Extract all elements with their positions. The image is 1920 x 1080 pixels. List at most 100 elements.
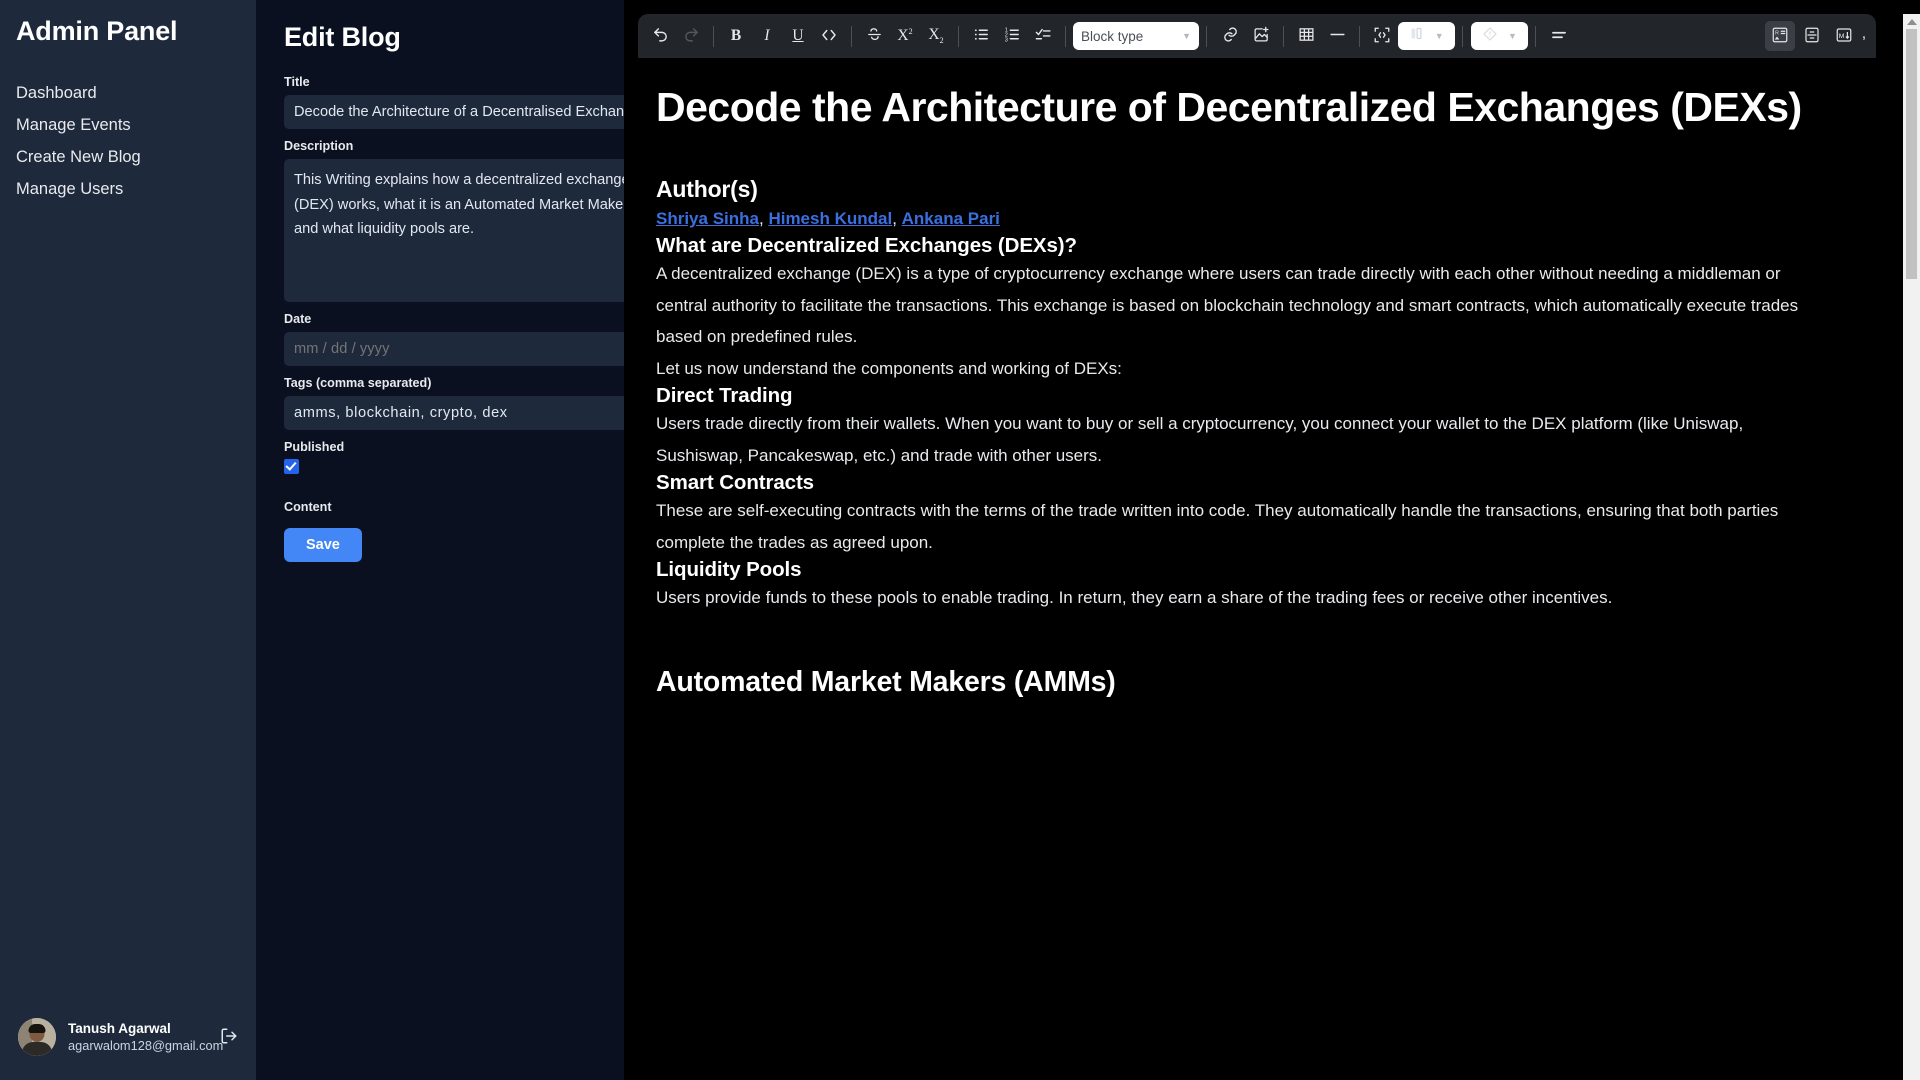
underline-icon: U	[792, 27, 804, 45]
description-label: Description	[284, 139, 354, 153]
svg-text:3: 3	[1004, 38, 1007, 43]
link-button[interactable]	[1215, 21, 1245, 51]
section-heading-amms: Automated Market Makers (AMMs)	[656, 665, 1116, 698]
superscript-button[interactable]: X2	[890, 21, 920, 51]
callout-dropdown[interactable]: ▼	[1471, 22, 1528, 50]
toolbar-view-modes: R M ,	[1764, 21, 1869, 51]
sidebar-item-dashboard[interactable]: Dashboard	[0, 77, 256, 109]
tags-input[interactable]	[284, 396, 624, 430]
section-heading-smart-contracts: Smart Contracts	[656, 471, 814, 495]
checklist-icon	[1035, 26, 1052, 46]
numbered-list-icon: 1 2 3	[1004, 26, 1021, 46]
published-checkbox[interactable]	[284, 459, 299, 474]
author-link-2[interactable]: Himesh Kundal	[768, 209, 892, 228]
user-email: agarwalom128@gmail.com	[68, 1038, 224, 1053]
bulleted-list-button[interactable]	[966, 21, 996, 51]
scrollbar-thumb[interactable]	[1906, 29, 1917, 279]
document-body[interactable]: Decode the Architecture of Decentralized…	[638, 58, 1876, 1080]
section-heading-direct-trading: Direct Trading	[656, 384, 793, 408]
editor-shell: B I U X2 X2 1 2 3 Block type ▼ ▼ ▼ R M ,…	[638, 14, 1876, 1080]
sidebar-item-manage-events[interactable]: Manage Events	[0, 109, 256, 141]
toolbar-separator	[851, 25, 852, 47]
save-button[interactable]: Save	[284, 528, 362, 562]
checklist-button[interactable]	[1028, 21, 1058, 51]
field-title: Title	[284, 75, 624, 129]
field-published: Published	[284, 440, 600, 474]
bold-button[interactable]: B	[721, 21, 751, 51]
avatar	[18, 1018, 56, 1056]
edit-blog-form-panel: Edit Blog Title Description Date	[256, 0, 624, 1080]
title-input[interactable]	[284, 95, 624, 129]
split-view-button[interactable]	[1797, 21, 1827, 51]
content-label: Content	[284, 500, 332, 514]
undo-button[interactable]	[645, 21, 675, 51]
date-label: Date	[284, 312, 312, 326]
horizontal-rule-icon	[1328, 26, 1347, 46]
sidebar-item-manage-users[interactable]: Manage Users	[0, 173, 256, 205]
superscript-icon: X2	[897, 27, 913, 45]
toolbar-separator	[1283, 25, 1284, 47]
undo-icon	[652, 26, 669, 46]
toolbar-separator	[1535, 25, 1536, 47]
section-heading-dexs: What are Decentralized Exchanges (DEXs)?	[656, 234, 1077, 258]
table-icon	[1298, 26, 1315, 46]
sidebar-nav: Dashboard Manage Events Create New Blog …	[0, 77, 256, 205]
user-name: Tanush Agarwal	[68, 1021, 171, 1036]
chevron-down-icon: ▼	[1182, 31, 1191, 41]
sidebar: Admin Panel Dashboard Manage Events Crea…	[0, 0, 256, 1080]
bold-icon: B	[730, 27, 742, 45]
insert-image-button[interactable]	[1246, 21, 1276, 51]
scroll-up-arrow-icon[interactable]	[1906, 19, 1917, 25]
author-link-1[interactable]: Shriya Sinha	[656, 209, 759, 228]
horizontal-rule-button[interactable]	[1322, 21, 1352, 51]
redo-icon	[683, 26, 700, 46]
field-tags: Tags (comma separated)	[284, 376, 624, 430]
numbered-list-button[interactable]: 1 2 3	[997, 21, 1027, 51]
logout-button[interactable]	[216, 1023, 242, 1052]
toolbar-separator	[1462, 25, 1463, 47]
markdown-view-button[interactable]: M	[1829, 21, 1859, 51]
columns-dropdown[interactable]: ▼	[1398, 22, 1455, 50]
strikethrough-button[interactable]	[859, 21, 889, 51]
section-paragraph: Users provide funds to these pools to en…	[656, 588, 1613, 608]
underline-button[interactable]: U	[783, 21, 813, 51]
sidebar-user-footer: Tanush Agarwal agarwalom128@gmail.com	[0, 1018, 256, 1080]
rich-text-view-button[interactable]: R	[1764, 21, 1795, 51]
align-button[interactable]	[1544, 21, 1574, 51]
italic-button[interactable]: I	[752, 21, 782, 51]
authors-heading: Author(s)	[656, 175, 758, 202]
sidebar-item-create-new-blog[interactable]: Create New Blog	[0, 141, 256, 173]
description-textarea[interactable]	[284, 159, 624, 302]
subscript-button[interactable]: X2	[921, 21, 951, 51]
toolbar-separator	[1359, 25, 1360, 47]
code-block-button[interactable]	[1367, 21, 1397, 51]
logout-icon	[220, 1027, 238, 1048]
author-link-3[interactable]: Ankana Pari	[902, 209, 1000, 228]
published-label: Published	[284, 440, 345, 454]
sidebar-title: Admin Panel	[16, 16, 178, 46]
svg-text:M: M	[1839, 33, 1845, 40]
toolbar-separator	[958, 25, 959, 47]
toolbar-separator	[713, 25, 714, 47]
split-view-icon	[1803, 26, 1821, 47]
table-button[interactable]	[1291, 21, 1321, 51]
italic-icon: I	[764, 27, 770, 45]
editor-scrollbar[interactable]	[1903, 14, 1920, 1080]
field-date: Date	[284, 312, 624, 366]
redo-button[interactable]	[676, 21, 706, 51]
date-input[interactable]	[284, 332, 624, 366]
svg-text:R: R	[1775, 30, 1779, 36]
toolbar-separator	[1206, 25, 1207, 47]
inline-code-button[interactable]	[814, 21, 844, 51]
callout-icon	[1482, 26, 1498, 47]
chevron-down-icon: ▼	[1508, 31, 1517, 41]
toolbar-overflow-glyph: ,	[1861, 24, 1866, 42]
markdown-icon: M	[1835, 26, 1853, 47]
code-block-icon	[1373, 26, 1391, 47]
subscript-icon: X2	[928, 25, 944, 46]
page-title: Edit Blog	[284, 22, 401, 52]
rich-text-icon: R	[1771, 26, 1789, 47]
strikethrough-icon	[866, 26, 883, 46]
section-paragraph: These are self-executing contracts with …	[656, 501, 1779, 552]
block-type-select[interactable]: Block type ▼	[1073, 22, 1199, 50]
